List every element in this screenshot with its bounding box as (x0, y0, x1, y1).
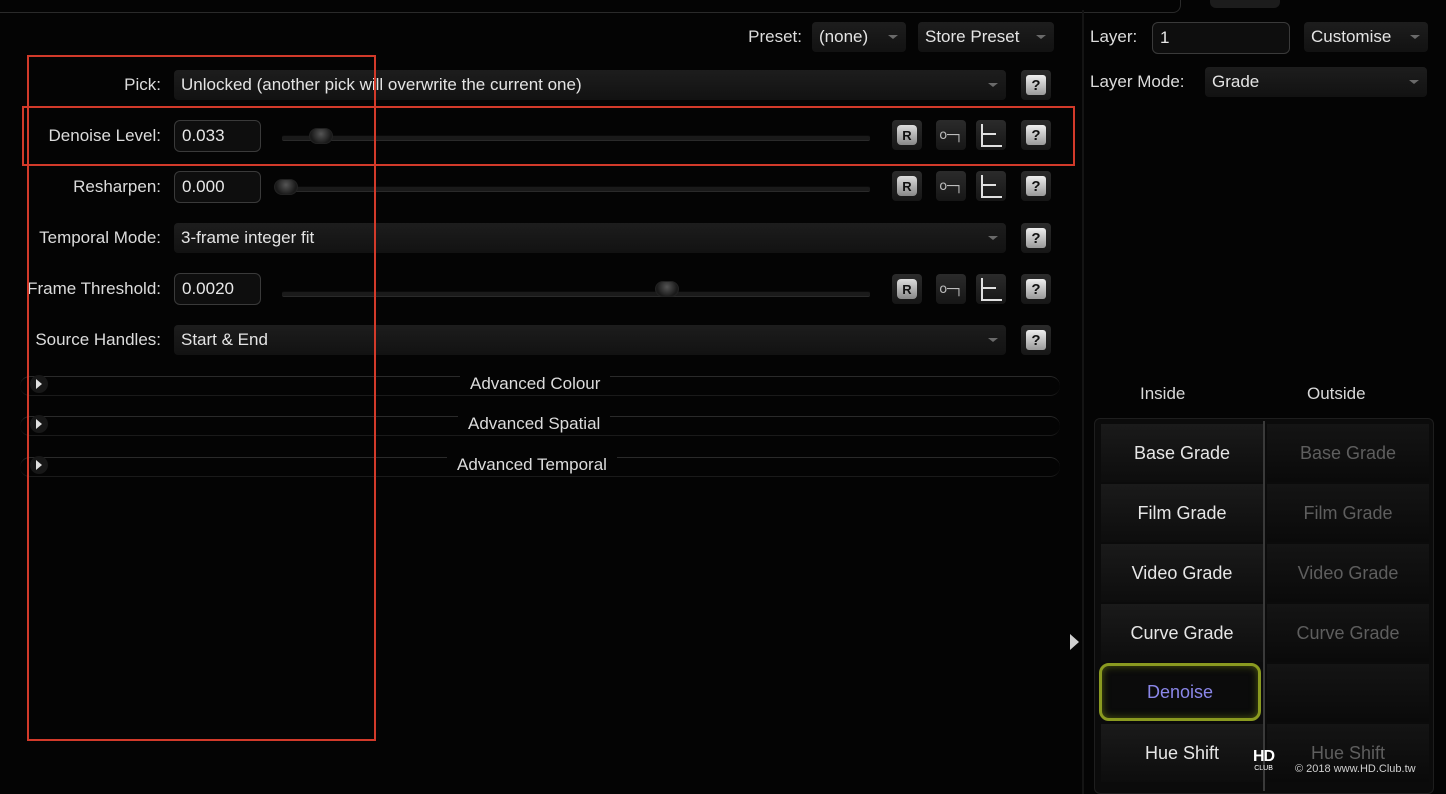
grid-divider (1263, 421, 1265, 791)
help-icon: ? (1026, 330, 1046, 350)
customise-label: Customise (1311, 27, 1392, 46)
help-icon: ? (1026, 279, 1046, 299)
top-bar-edge (0, 0, 1181, 13)
advanced-colour-label: Advanced Colour (460, 374, 611, 394)
chevron-down-icon (1409, 80, 1419, 84)
chevron-down-icon (988, 236, 998, 240)
inside-base-grade[interactable]: Base Grade (1101, 424, 1263, 482)
layer-mode-label: Layer Mode: (1090, 72, 1185, 91)
inside-video-grade[interactable]: Video Grade (1101, 544, 1263, 602)
store-preset-dropdown[interactable]: Store Preset (918, 22, 1054, 52)
advanced-spatial-label: Advanced Spatial (458, 414, 611, 434)
help-icon: ? (1026, 75, 1046, 95)
curve-editor-icon (981, 175, 1002, 198)
chevron-down-icon (988, 338, 998, 342)
preset-label: Preset: (748, 27, 802, 46)
top-bar-knob (1210, 0, 1280, 8)
reset-icon: R (897, 176, 917, 196)
help-icon: ? (1026, 176, 1046, 196)
chevron-down-icon (1410, 35, 1420, 39)
resharpen-curve-button[interactable] (976, 171, 1006, 201)
frame-threshold-key-button[interactable]: o─┐ (936, 274, 966, 304)
source-handles-help-button[interactable]: ? (1021, 325, 1051, 355)
key-icon: o─┐ (939, 281, 963, 297)
advanced-temporal-label: Advanced Temporal (447, 455, 617, 475)
frame-threshold-reset-button[interactable]: R (892, 274, 922, 304)
inside-film-grade[interactable]: Film Grade (1101, 484, 1263, 542)
layer-mode-value: Grade (1212, 72, 1260, 91)
frame-threshold-help-button[interactable]: ? (1021, 274, 1051, 304)
inside-hue-shift[interactable]: Hue Shift (1101, 724, 1263, 782)
frame-threshold-slider-thumb[interactable] (655, 281, 679, 297)
chevron-down-icon (988, 83, 998, 87)
store-preset-label: Store Preset (925, 27, 1020, 46)
outside-denoise-empty[interactable] (1267, 664, 1429, 722)
chevron-down-icon (1036, 35, 1046, 39)
layer-grid: Base Grade Base Grade Film Grade Film Gr… (1094, 418, 1434, 794)
preset-value: (none) (819, 27, 869, 46)
resharpen-key-button[interactable]: o─┐ (936, 171, 966, 201)
layer-label: Layer: (1090, 27, 1138, 46)
panel-expand-icon[interactable] (1070, 634, 1079, 650)
frame-threshold-curve-button[interactable] (976, 274, 1006, 304)
pick-help-button[interactable]: ? (1021, 70, 1051, 100)
outside-header: Outside (1307, 384, 1366, 403)
denoise-level-highlight-box (22, 106, 1075, 166)
inside-header: Inside (1140, 384, 1186, 403)
reset-icon: R (897, 279, 917, 299)
outside-video-grade[interactable]: Video Grade (1267, 544, 1429, 602)
layer-field[interactable]: 1 (1152, 22, 1290, 54)
panel-divider (1082, 10, 1084, 794)
help-icon: ? (1026, 228, 1046, 248)
resharpen-help-button[interactable]: ? (1021, 171, 1051, 201)
curve-editor-icon (981, 278, 1002, 301)
customise-dropdown[interactable]: Customise (1304, 22, 1428, 52)
inside-curve-grade[interactable]: Curve Grade (1101, 604, 1263, 662)
preset-dropdown[interactable]: (none) (812, 22, 906, 52)
inside-denoise-selected[interactable]: Denoise (1099, 663, 1261, 721)
watermark-logo: HD CLUB (1253, 748, 1275, 773)
chevron-down-icon (888, 35, 898, 39)
outside-film-grade[interactable]: Film Grade (1267, 484, 1429, 542)
temporal-mode-help-button[interactable]: ? (1021, 223, 1051, 253)
layer-mode-dropdown[interactable]: Grade (1205, 67, 1427, 97)
outside-curve-grade[interactable]: Curve Grade (1267, 604, 1429, 662)
watermark-text: © 2018 www.HD.Club.tw (1295, 763, 1416, 775)
outside-base-grade[interactable]: Base Grade (1267, 424, 1429, 482)
key-icon: o─┐ (939, 178, 963, 194)
resharpen-reset-button[interactable]: R (892, 171, 922, 201)
